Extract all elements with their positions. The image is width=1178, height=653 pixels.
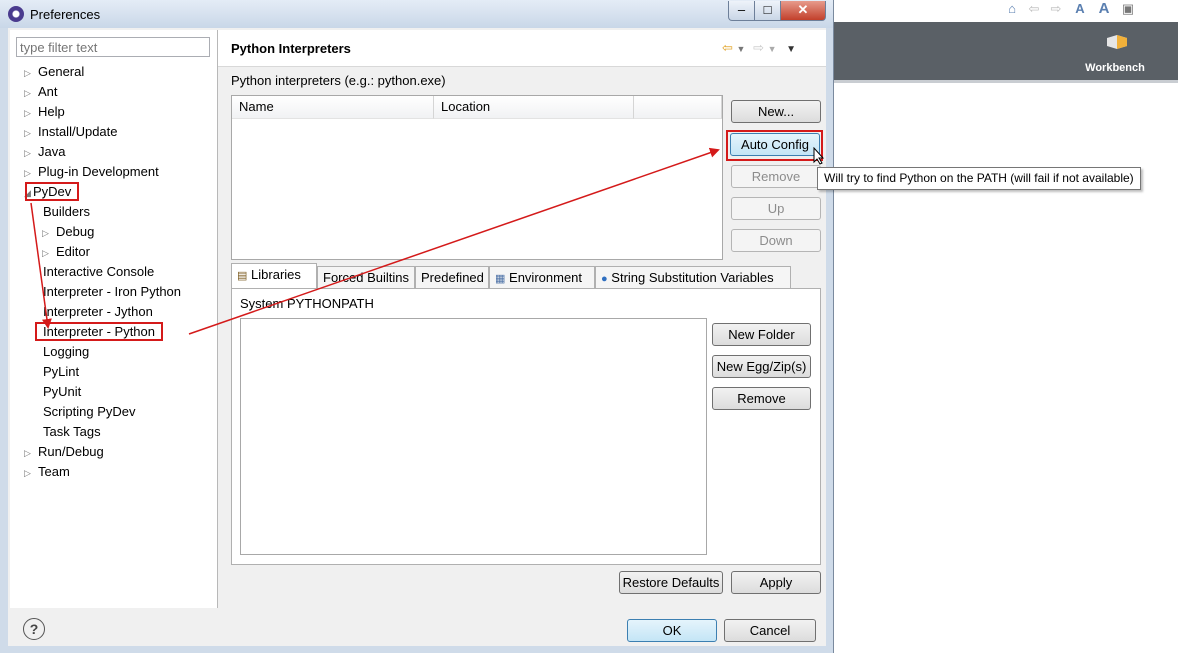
annotation-overlay (30, 147, 720, 335)
annotation-arrow-to-auto-config (188, 147, 720, 335)
annotation-arrow-down (30, 202, 52, 329)
